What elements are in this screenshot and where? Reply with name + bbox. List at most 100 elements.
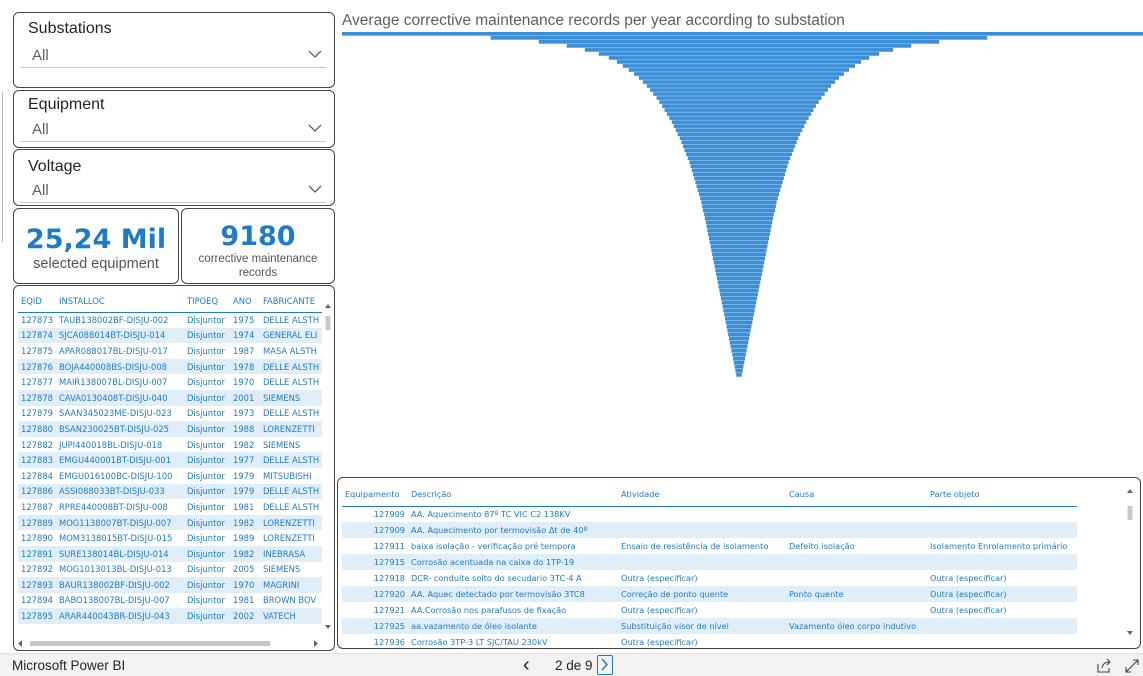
chart-bar[interactable]	[713, 260, 765, 265]
chart-bar[interactable]	[695, 180, 783, 185]
next-page-button[interactable]	[597, 655, 613, 675]
chart-bar[interactable]	[731, 348, 747, 353]
chart-bar[interactable]	[716, 276, 762, 281]
table-row[interactable]: 127886 ASSI088033BT-DISJU-033 Disjuntor 197…	[18, 483, 323, 500]
chart-bar[interactable]	[538, 40, 940, 44]
equipment-dropdown[interactable]: All	[20, 118, 326, 142]
table-row[interactable]: 127920 AA. Aquec detectado por termovisão…	[342, 586, 1077, 602]
table-row[interactable]: 127921 AA.Corrosão nos parafusos de fixaç…	[342, 602, 1077, 618]
chart-bar[interactable]	[697, 188, 781, 193]
column-header[interactable]: EQID	[18, 290, 56, 313]
chart-bar[interactable]	[628, 68, 850, 72]
chart-bar[interactable]	[666, 112, 812, 116]
chart-bar[interactable]	[730, 344, 748, 349]
chart-bar[interactable]	[720, 292, 758, 297]
column-header[interactable]: FABRICANTE	[259, 290, 323, 313]
chart-bar[interactable]	[721, 300, 757, 305]
chart-bar[interactable]	[710, 244, 768, 249]
chart-bar[interactable]	[690, 164, 788, 169]
chart-bar[interactable]	[622, 64, 856, 68]
vertical-scrollbar[interactable]	[324, 304, 332, 630]
chart-bar[interactable]	[722, 304, 756, 309]
chevron-left-icon[interactable]: ‹	[523, 654, 530, 676]
records-table[interactable]: Equipamento Descrição Atividade Causa Pa…	[337, 477, 1141, 649]
chart-bar[interactable]	[656, 96, 822, 100]
chart-bar[interactable]	[342, 32, 1143, 36]
chart-bar[interactable]	[718, 284, 760, 289]
table-row[interactable]: 127877 MAIR138007BL-DISJU-007 Disjuntor 197…	[18, 374, 322, 390]
chart-bar[interactable]	[736, 372, 742, 377]
column-header[interactable]: Descrição	[408, 482, 618, 507]
chart-bar[interactable]	[675, 128, 803, 132]
table-row[interactable]: 127909 AA. Aquecimento por termovisão Δt …	[342, 522, 1077, 538]
fullscreen-icon[interactable]	[1124, 658, 1140, 674]
chart-bar[interactable]	[717, 280, 761, 285]
chart-bar[interactable]	[729, 340, 749, 345]
chart-bar[interactable]	[653, 92, 825, 96]
table-row[interactable]: 127925 aa.vazamento de óleo isolante Subst…	[342, 618, 1077, 634]
table-row[interactable]: 127874 SJCA088014BT-DISJU-014 Disjuntor 197…	[18, 327, 323, 344]
chart-bar[interactable]	[716, 272, 762, 277]
chart-bar[interactable]	[673, 124, 805, 128]
chart-bar[interactable]	[733, 360, 745, 365]
share-icon[interactable]	[1096, 658, 1112, 674]
chart-bar[interactable]	[694, 176, 784, 181]
horizontal-scrollbar[interactable]	[18, 639, 318, 648]
table-row[interactable]: 127878 CAVA0130408T-DISJU-040 Disjuntor 200…	[18, 389, 323, 406]
table-row[interactable]: 127882 JUPI440018BL-DISJU-018 Disjuntor 198…	[18, 437, 322, 453]
column-header[interactable]: Atividade	[618, 482, 786, 507]
chart-bar[interactable]	[490, 36, 988, 40]
chart-bar[interactable]	[584, 48, 894, 52]
chart-bar[interactable]	[662, 104, 816, 108]
chart-bar[interactable]	[707, 228, 771, 233]
column-header[interactable]: ANO	[229, 290, 260, 313]
chart-bar[interactable]	[642, 80, 836, 84]
chart-bar[interactable]	[735, 368, 743, 373]
table-row[interactable]: 127891 SURE138014BL-DISJU-014 Disjuntor 198…	[18, 545, 323, 562]
chart-bar[interactable]	[711, 248, 767, 253]
equipment-table[interactable]: EQID INSTALLOC TIPOEQ ANO FABRICANTE 127…	[13, 285, 335, 651]
table-row[interactable]: 127890 MOM3138015BT-DISJU-015 Disjuntor 198…	[18, 530, 322, 546]
table-row[interactable]: 127936 Corrosão 3TP-3 LT SJC/TAU 230kV Out…	[342, 634, 1077, 648]
slicer-equipment[interactable]: Equipment All	[13, 90, 335, 148]
chart-bar[interactable]	[634, 72, 844, 76]
chart-bar[interactable]	[679, 136, 799, 140]
vertical-scrollbar[interactable]	[1126, 488, 1134, 638]
table-row[interactable]: 127873 TAUB138002BF-DISJU-002 Disjuntor 197…	[18, 312, 322, 328]
chart-bar[interactable]	[728, 336, 750, 341]
chart-bar[interactable]	[734, 364, 744, 369]
chart-bar[interactable]	[689, 160, 789, 165]
substations-dropdown[interactable]: All	[20, 44, 326, 68]
chart-bar[interactable]	[712, 256, 766, 261]
chart-bar[interactable]	[700, 196, 778, 201]
chart-bar[interactable]	[638, 76, 840, 80]
chart-bar[interactable]	[616, 60, 862, 64]
table-row[interactable]: 127875 APAR088017BL-DISJU-017 Disjuntor 198…	[18, 343, 322, 359]
column-header[interactable]: Equipamento	[342, 482, 408, 507]
column-header[interactable]: TIPOEQ	[183, 290, 230, 313]
chart-bar[interactable]	[659, 100, 819, 104]
table-row[interactable]: 127909 AA. Aquecimento 87º TC VIC C2 138K…	[342, 506, 1077, 522]
chart-bar[interactable]	[646, 84, 832, 88]
chart-bar[interactable]	[706, 224, 772, 229]
chart-bar[interactable]	[702, 208, 776, 213]
table-row[interactable]: 127918 DCR- condulte solto do secudario 3…	[342, 570, 1077, 586]
chart-bar[interactable]	[705, 220, 773, 225]
chart-bar[interactable]	[664, 108, 814, 112]
chart-bar[interactable]	[677, 132, 801, 136]
column-header[interactable]: INSTALLOC	[55, 290, 184, 313]
chart-bar[interactable]	[714, 264, 764, 269]
chart-bar[interactable]	[650, 88, 828, 92]
chart-bar[interactable]	[723, 308, 755, 313]
slicer-substations[interactable]: Substations All	[13, 12, 335, 88]
table-row[interactable]: 127880 BSAN230025BT-DISJU-025 Disjuntor 198…	[18, 421, 323, 437]
table-row[interactable]: 127889 MOG1138007BT-DISJU-007 Disjuntor 198…	[18, 514, 323, 531]
chart-bar[interactable]	[566, 44, 912, 48]
table-row[interactable]: 127892 MOG1013013BL-DISJU-013 Disjuntor 200…	[18, 562, 322, 578]
column-header[interactable]: Parte objeto	[927, 482, 1077, 507]
chart-bar[interactable]	[704, 216, 774, 221]
table-row[interactable]: 127887 RPRE440008BT-DISJU-008 Disjuntor 198…	[18, 499, 322, 515]
chart-bar[interactable]	[712, 252, 766, 257]
chart-bar[interactable]	[701, 200, 777, 205]
table-row[interactable]: 127895 ARAR440043BR-DISJU-043 Disjuntor 200…	[18, 608, 323, 624]
